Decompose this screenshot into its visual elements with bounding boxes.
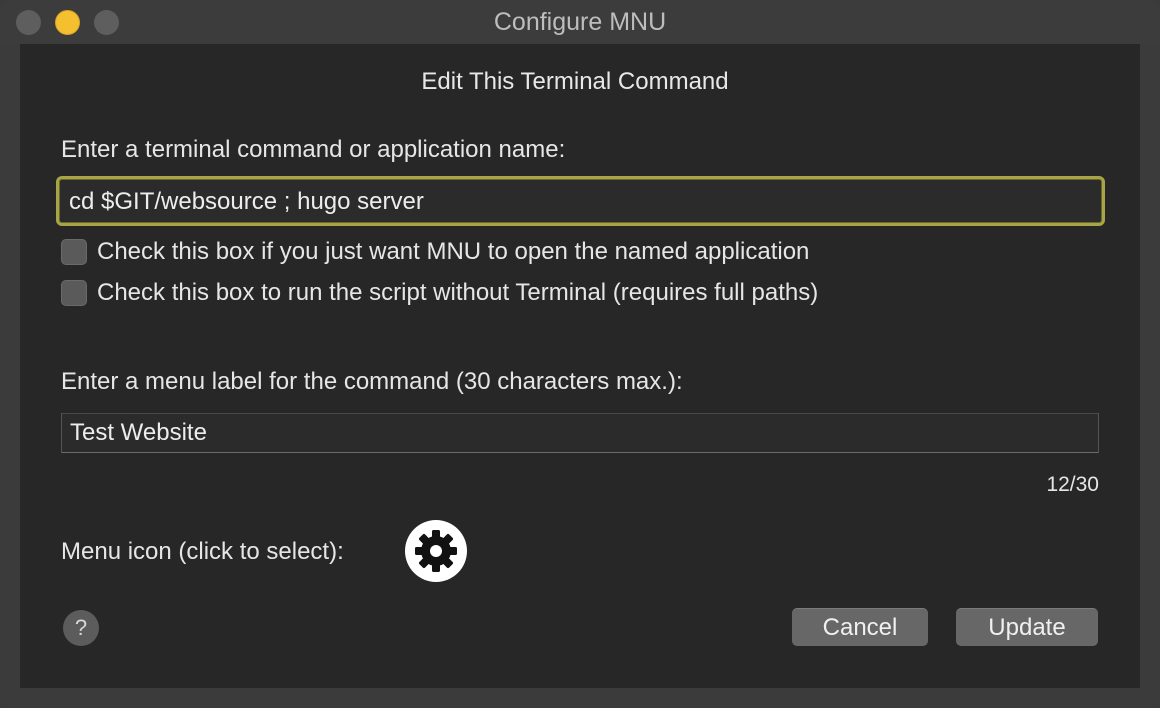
title-bar: Configure MNU bbox=[0, 0, 1160, 44]
gear-icon bbox=[415, 530, 457, 572]
character-counter: 12/30 bbox=[1046, 473, 1099, 496]
cancel-button[interactable]: Cancel bbox=[792, 608, 928, 646]
configure-window: Configure MNU Edit This Terminal Command… bbox=[0, 0, 1160, 708]
command-input[interactable]: cd $GIT/websource ; hugo server bbox=[56, 176, 1105, 226]
menu-label-input[interactable]: Test Website bbox=[61, 413, 1099, 453]
help-button[interactable]: ? bbox=[63, 610, 99, 646]
dialog-heading: Edit This Terminal Command bbox=[421, 68, 729, 95]
open-app-checkbox[interactable] bbox=[61, 239, 87, 265]
no-terminal-checkbox[interactable] bbox=[61, 280, 87, 306]
update-button[interactable]: Update bbox=[956, 608, 1098, 646]
no-terminal-checkbox-label: Check this box to run the script without… bbox=[97, 279, 819, 306]
menu-label-prompt: Enter a menu label for the command (30 c… bbox=[61, 368, 683, 395]
dialog-content: Edit This Terminal Command Enter a termi… bbox=[20, 44, 1140, 688]
command-label: Enter a terminal command or application … bbox=[61, 136, 566, 163]
window-title: Configure MNU bbox=[493, 8, 667, 36]
open-app-checkbox-label: Check this box if you just want MNU to o… bbox=[97, 238, 810, 265]
menu-icon-selector-button[interactable] bbox=[405, 520, 467, 582]
menu-icon-label: Menu icon (click to select): bbox=[61, 538, 344, 565]
open-app-checkbox-row[interactable]: Check this box if you just want MNU to o… bbox=[61, 238, 809, 266]
no-terminal-checkbox-row[interactable]: Check this box to run the script without… bbox=[61, 279, 818, 307]
